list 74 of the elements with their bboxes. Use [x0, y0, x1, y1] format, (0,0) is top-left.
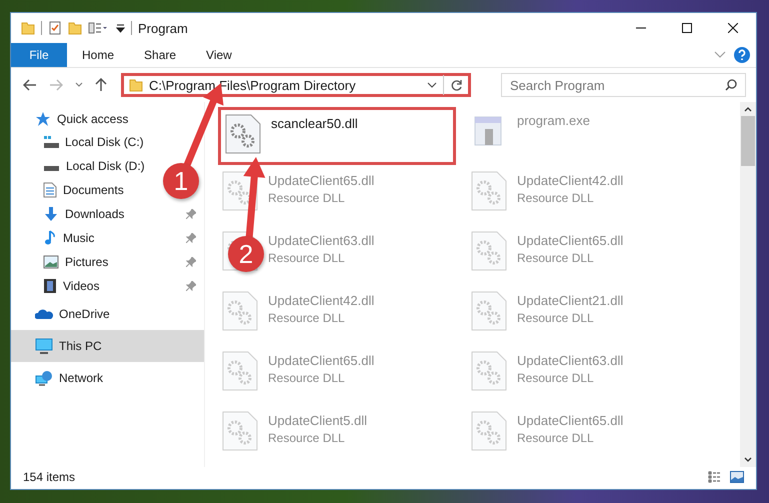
sidebar-item[interactable]: This PC [59, 339, 102, 353]
up-icon[interactable] [95, 78, 107, 92]
ribbon-tab[interactable]: Home [67, 43, 130, 67]
gear-file-icon [222, 171, 258, 211]
file-type: Resource DLL [517, 431, 595, 445]
film-icon [43, 278, 57, 294]
sidebar-item[interactable]: Local Disk (D:) [66, 159, 145, 173]
close-icon[interactable] [728, 23, 738, 33]
gear-file-icon [471, 411, 507, 451]
file-type: Resource DLL [268, 311, 346, 325]
sidebar-item[interactable]: Network [59, 371, 104, 385]
properties-icon[interactable] [88, 21, 110, 35]
dropdown-icon[interactable] [427, 81, 437, 89]
pin-icon[interactable] [186, 281, 196, 291]
item-count: 154 items [23, 470, 76, 484]
chevron-icon[interactable] [714, 51, 726, 59]
file-name[interactable]: scanclear50.dll [271, 116, 358, 131]
network-icon [35, 370, 53, 386]
ribbon-tab[interactable]: Share [129, 43, 192, 67]
sidebar-item[interactable]: Music [63, 231, 94, 245]
address-field[interactable]: C:\Program Files\Program Directory [121, 73, 471, 97]
scrollbar[interactable] [740, 102, 756, 467]
scroll-down-icon[interactable] [744, 457, 752, 463]
refresh-icon[interactable] [450, 78, 463, 92]
scrollbar-thumb[interactable] [741, 116, 755, 166]
download-icon [43, 206, 59, 222]
file-type: Resource DLL [268, 371, 346, 385]
file-menu-tab[interactable]: File [11, 43, 67, 67]
gear-file-icon [471, 171, 507, 211]
details-view-icon[interactable] [708, 471, 722, 483]
gear-file-icon [222, 291, 258, 331]
back-icon[interactable] [23, 79, 37, 91]
monitor-icon [35, 338, 53, 354]
search-field[interactable]: Search Program [501, 73, 746, 97]
search-icon[interactable] [725, 79, 737, 91]
pin-icon[interactable] [186, 209, 196, 219]
checklist-icon[interactable] [48, 21, 62, 35]
file-type: Resource DLL [268, 431, 346, 445]
scroll-up-icon[interactable] [744, 106, 752, 112]
file-type: Resource DLL [268, 251, 346, 265]
picture-icon [43, 255, 59, 269]
maximize-icon[interactable] [682, 23, 692, 33]
gear-file-icon [225, 114, 261, 154]
gear-file-icon [471, 231, 507, 271]
window-title: Program [138, 20, 188, 36]
gear-file-icon [222, 351, 258, 391]
drive-icon [43, 135, 59, 149]
file-type: Resource DLL [517, 371, 595, 385]
recent-icon[interactable] [75, 82, 83, 88]
help-icon[interactable] [734, 47, 750, 63]
sidebar-item[interactable]: Pictures [65, 255, 108, 269]
sidebar-item[interactable]: Videos [63, 279, 100, 293]
cloud-icon [35, 308, 53, 320]
sidebar-item[interactable]: Downloads [65, 207, 124, 221]
document-icon [43, 182, 57, 198]
ribbon-tab[interactable]: View [191, 43, 247, 67]
file-type: Resource DLL [517, 251, 595, 265]
sidebar-item[interactable]: Local Disk (C:) [65, 135, 144, 149]
star-icon [35, 111, 51, 127]
sidebar-item[interactable]: OneDrive [59, 307, 110, 321]
gear-file-icon [222, 411, 258, 451]
tiles-view-icon[interactable] [730, 471, 744, 483]
pin-icon[interactable] [186, 233, 196, 243]
sidebar-item[interactable]: Documents [63, 183, 124, 197]
gear-file-icon [471, 351, 507, 391]
gear-file-icon [471, 291, 507, 331]
drive-icon [44, 166, 59, 171]
music-note-icon [43, 230, 57, 246]
sidebar-item[interactable]: Quick access [57, 112, 128, 126]
folder-icon [129, 78, 143, 92]
file-type: Resource DLL [268, 191, 346, 205]
pin-icon[interactable] [186, 257, 196, 267]
file-type: Resource DLL [517, 311, 595, 325]
file-type: Resource DLL [517, 191, 595, 205]
